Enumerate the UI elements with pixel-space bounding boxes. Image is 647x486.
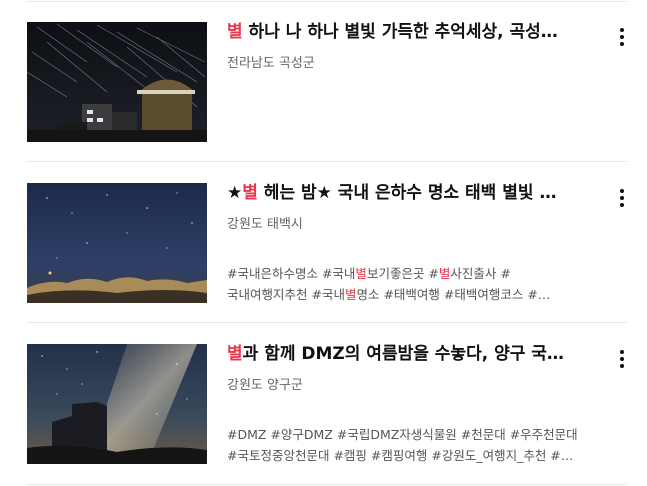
title-text: 헤는 밤★ 국내 은하수 명소 태백 별빛 … [257,183,557,203]
title-prefix: ★ [227,183,243,203]
tag-text[interactable]: 보기좋은곳 # [367,266,439,281]
tag-highlight[interactable]: 별 [355,266,367,281]
thumbnail-image[interactable] [27,183,207,303]
tag-text[interactable]: 사진출사 # [450,266,510,281]
divider [27,322,627,323]
list-item[interactable]: 별과 함께 DMZ의 여름밤을 수놓다, 양구 국… 강원도 양구군 #DMZ … [27,344,627,464]
title-highlight: 별 [227,22,243,42]
list-item[interactable]: 별 하나 나 하나 별빛 가득한 추억세상, 곡성… 전라남도 곡성군 [27,22,627,142]
item-title[interactable]: 별과 함께 DMZ의 여름밤을 수놓다, 양구 국… [227,343,587,365]
list-item[interactable]: ★별 헤는 밤★ 국내 은하수 명소 태백 별빛 … 강원도 태백시 #국내은하… [27,183,627,303]
item-location: 강원도 태백시 [227,217,303,232]
tag-text[interactable]: 명소 #태백여행 #태백여행코스 #… [356,287,550,302]
divider [27,161,627,162]
thumbnail-image[interactable] [27,22,207,142]
item-tags: #국내은하수명소 #국내별보기좋은곳 #별사진출사 # 국내여행지추천 #국내별… [227,263,607,305]
title-text: 하나 나 하나 별빛 가득한 추억세상, 곡성… [242,22,558,42]
more-options-icon[interactable] [617,26,627,48]
tag-highlight[interactable]: 별 [345,287,357,302]
tag-text[interactable]: 국내여행지추천 #국내 [227,287,345,302]
title-highlight: 별 [242,183,258,203]
item-title[interactable]: 별 하나 나 하나 별빛 가득한 추억세상, 곡성… [227,21,587,43]
item-title[interactable]: ★별 헤는 밤★ 국내 은하수 명소 태백 별빛 … [227,182,587,204]
item-tags: #DMZ #양구DMZ #국립DMZ자생식물원 #천문대 #우주천문대 #국토정… [227,424,607,466]
title-highlight: 별 [227,344,243,364]
tags-line: 국내여행지추천 #국내별명소 #태백여행 #태백여행코스 #… [227,284,607,305]
thumbnail-image[interactable] [27,344,207,464]
more-options-icon[interactable] [617,348,627,370]
item-location: 전라남도 곡성군 [227,56,315,71]
tags-line: #국내은하수명소 #국내별보기좋은곳 #별사진출사 # [227,263,607,284]
divider [27,484,627,485]
divider [27,1,627,2]
tags-line[interactable]: #국토정중앙천문대 #캠핑 #캠핑여행 #강원도_여행지_추천 #… [227,445,607,466]
tag-highlight[interactable]: 별 [439,266,451,281]
tags-line[interactable]: #DMZ #양구DMZ #국립DMZ자생식물원 #천문대 #우주천문대 [227,424,607,445]
tag-text[interactable]: #국내은하수명소 #국내 [227,266,355,281]
more-options-icon[interactable] [617,187,627,209]
item-location: 강원도 양구군 [227,378,303,393]
title-text: 과 함께 DMZ의 여름밤을 수놓다, 양구 국… [242,344,564,364]
